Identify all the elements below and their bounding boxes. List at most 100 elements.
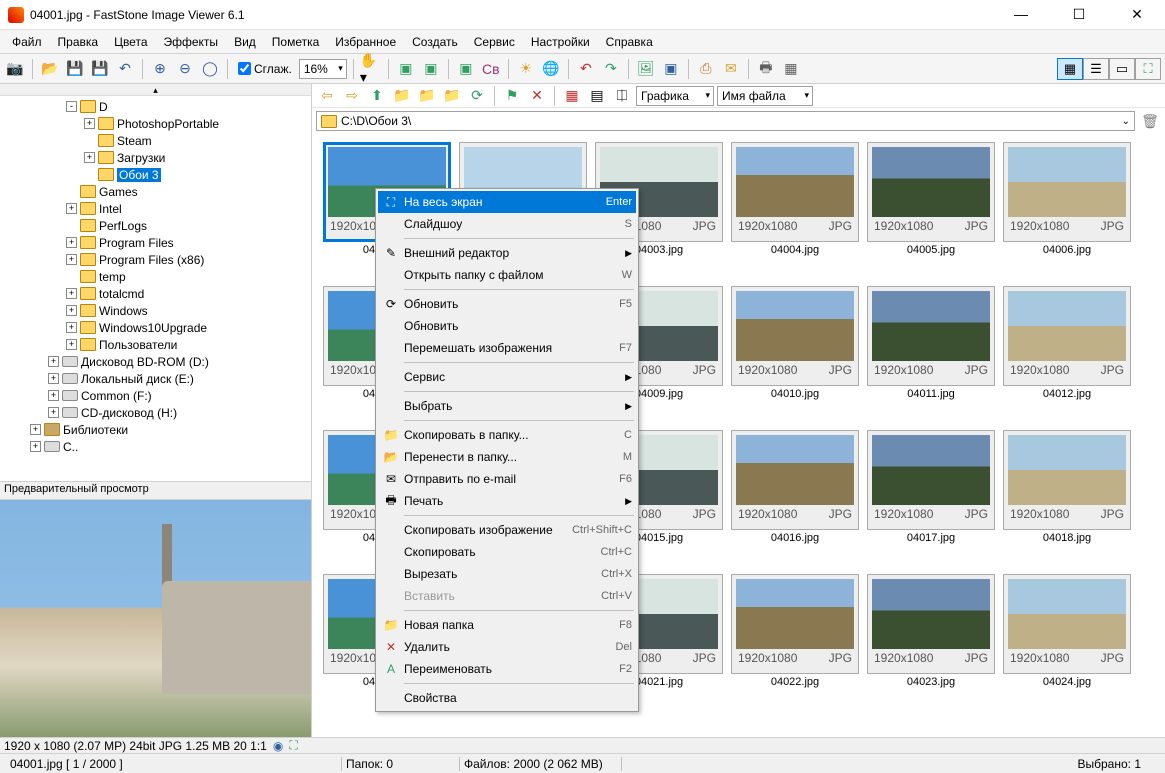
- menu-Эффекты[interactable]: Эффекты: [156, 32, 227, 52]
- tree-item[interactable]: +Windows: [0, 302, 311, 319]
- menu-Избранное[interactable]: Избранное: [327, 32, 404, 52]
- tree-item[interactable]: +Библиотеки: [0, 421, 311, 438]
- ctx-Скопировать изображение[interactable]: Скопировать изображениеCtrl+Shift+C: [378, 519, 636, 541]
- menu-Пометка[interactable]: Пометка: [264, 32, 328, 52]
- tree-item[interactable]: Steam: [0, 132, 311, 149]
- thumbnail[interactable]: 1920x1080JPG04022.jpg: [728, 574, 862, 718]
- thumbnail[interactable]: 1920x1080JPG04006.jpg: [1000, 142, 1134, 286]
- tree-item[interactable]: +С..: [0, 438, 311, 455]
- thumbnail[interactable]: 1920x1080JPG04018.jpg: [1000, 430, 1134, 574]
- thumbnail[interactable]: 1920x1080JPG04005.jpg: [864, 142, 998, 286]
- thumbnail[interactable]: 1920x1080JPG04012.jpg: [1000, 286, 1134, 430]
- ctx-Выбрать[interactable]: Выбрать▶: [378, 395, 636, 417]
- tool-icon-1[interactable]: ▣: [395, 58, 417, 80]
- view-preview[interactable]: ▭: [1109, 58, 1135, 80]
- undo-icon[interactable]: ↶: [114, 58, 136, 80]
- rotate-left-icon[interactable]: ↶: [575, 58, 597, 80]
- thumbnail[interactable]: 1920x1080JPG04017.jpg: [864, 430, 998, 574]
- ctx-Скопировать[interactable]: СкопироватьCtrl+C: [378, 541, 636, 563]
- tool-icon-3[interactable]: ▣: [455, 58, 477, 80]
- color-icon[interactable]: Св: [480, 58, 502, 80]
- ctx-Перенести в папку...[interactable]: 📂Перенести в папку...M: [378, 446, 636, 468]
- nav-fav2-icon[interactable]: 📁: [416, 85, 438, 107]
- tree-item[interactable]: +Common (F:): [0, 387, 311, 404]
- nav-list-icon[interactable]: ▤: [586, 85, 608, 107]
- sort-combo[interactable]: Имя файла: [717, 86, 813, 106]
- hand-icon[interactable]: ✋▾: [360, 58, 382, 80]
- ctx-Новая папка[interactable]: 📁Новая папкаF8: [378, 614, 636, 636]
- preview-pane[interactable]: [0, 500, 311, 737]
- nav-back-icon[interactable]: ⇦: [316, 85, 338, 107]
- thumbnail[interactable]: 1920x1080JPG04024.jpg: [1000, 574, 1134, 718]
- folder-tree[interactable]: -D+PhotoshopPortableSteam+ЗагрузкиОбои 3…: [0, 96, 311, 482]
- nav-refresh-icon[interactable]: ⟳: [466, 85, 488, 107]
- zoom-out-icon[interactable]: ⊖: [174, 58, 196, 80]
- menu-Сервис[interactable]: Сервис: [466, 32, 523, 52]
- ctx-Вырезать[interactable]: ВырезатьCtrl+X: [378, 563, 636, 585]
- ctx-Открыть папку с файлом[interactable]: Открыть папку с файломW: [378, 264, 636, 286]
- ctx-Перемешать изображения[interactable]: Перемешать изображенияF7: [378, 337, 636, 359]
- tree-item[interactable]: +Загрузки: [0, 149, 311, 166]
- ctx-Удалить[interactable]: ✕УдалитьDel: [378, 636, 636, 658]
- tree-item[interactable]: +totalcmd: [0, 285, 311, 302]
- menu-Правка[interactable]: Правка: [50, 32, 107, 52]
- view-thumbnails[interactable]: ▦: [1057, 58, 1083, 80]
- tree-item[interactable]: +Intel: [0, 200, 311, 217]
- tree-item[interactable]: +Пользователи: [0, 336, 311, 353]
- nav-up-icon[interactable]: ⬆: [366, 85, 388, 107]
- ctx-Слайдшоу[interactable]: СлайдшоуS: [378, 213, 636, 235]
- save-icon[interactable]: 💾: [64, 58, 86, 80]
- menu-Цвета[interactable]: Цвета: [106, 32, 155, 52]
- zoom-combo[interactable]: 16%: [299, 59, 347, 79]
- filter-combo[interactable]: Графика: [636, 86, 714, 106]
- nav-tag-icon[interactable]: ⚑: [501, 85, 523, 107]
- ctx-Обновить[interactable]: ⟳ОбновитьF5: [378, 293, 636, 315]
- tree-item[interactable]: -D: [0, 98, 311, 115]
- thumbnail[interactable]: 1920x1080JPG04010.jpg: [728, 286, 862, 430]
- nav-fav1-icon[interactable]: 📁: [391, 85, 413, 107]
- ctx-Переименовать[interactable]: AПереименоватьF2: [378, 658, 636, 680]
- ctx-Внешний редактор[interactable]: ✎Внешний редактор▶: [378, 242, 636, 264]
- nav-grid-icon[interactable]: ▦: [561, 85, 583, 107]
- open-icon[interactable]: 📂: [39, 58, 61, 80]
- print-icon[interactable]: 🖶: [755, 58, 777, 80]
- tool-icon-2[interactable]: ▣: [420, 58, 442, 80]
- tree-item[interactable]: temp: [0, 268, 311, 285]
- tree-item[interactable]: Games: [0, 183, 311, 200]
- ctx-Отправить по e-mail[interactable]: ✉Отправить по e-mailF6: [378, 468, 636, 490]
- zoom-in-icon[interactable]: ⊕: [149, 58, 171, 80]
- menu-Настройки[interactable]: Настройки: [523, 32, 598, 52]
- tree-item[interactable]: +CD-дисковод (H:): [0, 404, 311, 421]
- info-icon-1[interactable]: ◉: [273, 739, 283, 753]
- ctx-Обновить[interactable]: Обновить: [378, 315, 636, 337]
- tree-item[interactable]: +Program Files (x86): [0, 251, 311, 268]
- earth-icon[interactable]: 🌐: [540, 58, 562, 80]
- menu-Вид[interactable]: Вид: [226, 32, 264, 52]
- thumbnail[interactable]: 1920x1080JPG04016.jpg: [728, 430, 862, 574]
- brightness-icon[interactable]: ☀: [515, 58, 537, 80]
- slideshow-icon[interactable]: ▣: [660, 58, 682, 80]
- tree-item[interactable]: PerfLogs: [0, 217, 311, 234]
- nav-forward-icon[interactable]: ⇨: [341, 85, 363, 107]
- info-icon-2[interactable]: ⛶: [289, 738, 297, 753]
- tree-item[interactable]: +Program Files: [0, 234, 311, 251]
- menu-Файл[interactable]: Файл: [4, 32, 50, 52]
- zoom-fit-icon[interactable]: ◯: [199, 58, 221, 80]
- wallpaper-icon[interactable]: 🖼: [635, 58, 657, 80]
- path-input[interactable]: C:\D\Обои 3\ ⌄: [316, 111, 1135, 131]
- save-as-icon[interactable]: 💾: [89, 58, 111, 80]
- nav-delete-icon[interactable]: ✕: [526, 85, 548, 107]
- tree-item[interactable]: Обои 3: [0, 166, 311, 183]
- menu-Справка[interactable]: Справка: [598, 32, 661, 52]
- smooth-check[interactable]: [238, 62, 251, 75]
- ctx-Скопировать в папку...[interactable]: 📁Скопировать в папку...C: [378, 424, 636, 446]
- close-button[interactable]: ✕: [1117, 6, 1157, 23]
- ctx-Сервис[interactable]: Сервис▶: [378, 366, 636, 388]
- tree-item[interactable]: +Локальный диск (E:): [0, 370, 311, 387]
- nav-fav3-icon[interactable]: 📁: [441, 85, 463, 107]
- tree-item[interactable]: +PhotoshopPortable: [0, 115, 311, 132]
- email-icon[interactable]: ✉: [720, 58, 742, 80]
- minimize-button[interactable]: —: [1001, 6, 1041, 23]
- scanner-icon[interactable]: ⎙: [695, 58, 717, 80]
- view-fullscreen[interactable]: ⛶: [1135, 58, 1161, 80]
